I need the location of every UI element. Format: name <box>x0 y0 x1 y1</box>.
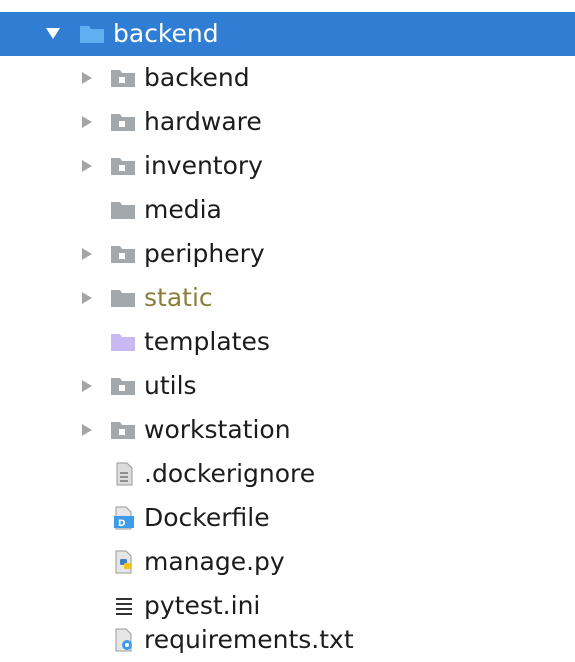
tree-item-periphery[interactable]: periphery <box>0 232 575 276</box>
expand-arrow-right-icon[interactable] <box>82 116 92 128</box>
text-file-icon <box>116 462 133 486</box>
package-folder-icon <box>111 114 135 131</box>
folder-icon <box>111 202 135 219</box>
svg-text:D: D <box>118 519 125 529</box>
expand-arrow-right-icon[interactable] <box>82 292 92 304</box>
tree-item-label: templates <box>144 327 270 356</box>
expand-arrow-right-icon[interactable] <box>82 248 92 260</box>
tree-item-label: media <box>144 195 222 224</box>
tree-item-label: Dockerfile <box>144 503 270 532</box>
project-tree: backend backend hardware inventory media <box>0 0 575 662</box>
docker-file-icon: D <box>114 506 134 530</box>
package-folder-icon <box>111 70 135 87</box>
tree-item-requirements-txt[interactable]: requirements.txt <box>0 618 575 662</box>
package-folder-icon <box>111 158 135 175</box>
package-folder-icon <box>111 378 135 395</box>
tree-item-manage-py[interactable]: manage.py <box>0 540 575 584</box>
tree-item-root-backend[interactable]: backend <box>0 12 575 56</box>
expand-arrow-right-icon[interactable] <box>82 424 92 436</box>
tree-item-label: hardware <box>144 107 262 136</box>
tree-item-label: static <box>144 283 213 312</box>
tree-item-workstation[interactable]: workstation <box>0 408 575 452</box>
tree-item-label: inventory <box>144 151 263 180</box>
tree-item-static[interactable]: static <box>0 276 575 320</box>
expand-arrow-right-icon[interactable] <box>82 72 92 84</box>
expand-arrow-right-icon[interactable] <box>82 380 92 392</box>
expand-arrow-right-icon[interactable] <box>82 160 92 172</box>
requirements-file-icon <box>115 628 132 652</box>
tree-item-backend[interactable]: backend <box>0 56 575 100</box>
tree-item-label: utils <box>144 371 197 400</box>
templates-folder-icon <box>111 334 135 351</box>
folder-icon <box>80 26 104 43</box>
tree-item-media[interactable]: media <box>0 188 575 232</box>
tree-item-utils[interactable]: utils <box>0 364 575 408</box>
tree-item-label: requirements.txt <box>144 625 354 654</box>
tree-item-label: backend <box>144 63 250 92</box>
tree-item-label: manage.py <box>144 547 285 576</box>
folder-icon <box>111 290 135 307</box>
package-folder-icon <box>111 422 135 439</box>
python-file-icon <box>115 550 132 574</box>
tree-item-inventory[interactable]: inventory <box>0 144 575 188</box>
tree-item-label: backend <box>113 19 219 48</box>
tree-item-hardware[interactable]: hardware <box>0 100 575 144</box>
tree-item-label: periphery <box>144 239 265 268</box>
tree-item-label: workstation <box>144 415 291 444</box>
ini-file-icon <box>116 598 132 615</box>
tree-item-label: .dockerignore <box>144 459 316 488</box>
tree-item-templates[interactable]: templates <box>0 320 575 364</box>
expand-arrow-down-icon[interactable] <box>46 28 60 39</box>
tree-item-dockerignore[interactable]: .dockerignore <box>0 452 575 496</box>
tree-item-dockerfile[interactable]: D Dockerfile <box>0 496 575 540</box>
package-folder-icon <box>111 246 135 263</box>
